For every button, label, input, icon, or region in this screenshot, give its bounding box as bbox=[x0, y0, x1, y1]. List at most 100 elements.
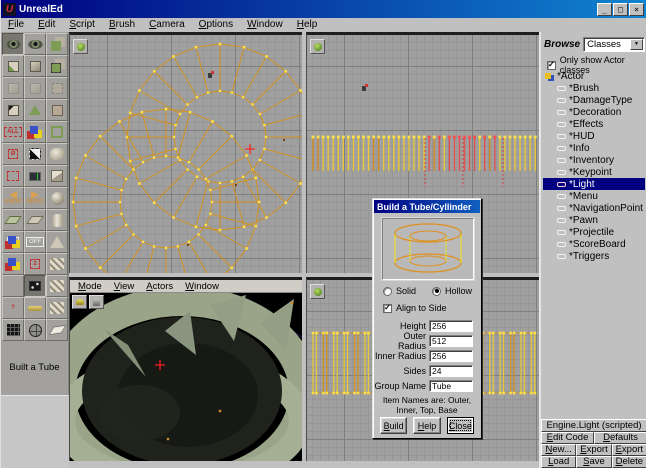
undo-button[interactable]: UNDO bbox=[2, 187, 24, 209]
vertex-edit-button[interactable] bbox=[24, 275, 46, 297]
tree-item-decoration[interactable]: *Decoration bbox=[543, 106, 645, 118]
browser-type-dropdown[interactable]: Classes ▼ bbox=[583, 37, 645, 52]
viewport-top-plan[interactable] bbox=[69, 32, 302, 273]
curved-stairs-brush-button[interactable] bbox=[46, 253, 68, 275]
link-brushes-button[interactable] bbox=[2, 253, 24, 275]
brush-rotate-button[interactable] bbox=[24, 55, 46, 77]
tree-item-actor[interactable]: *Actor bbox=[543, 70, 645, 82]
texture-lock-button[interactable] bbox=[24, 143, 46, 165]
save-button[interactable]: Save bbox=[576, 456, 611, 468]
menu-script[interactable]: Script bbox=[62, 18, 102, 31]
brush-scale-button[interactable] bbox=[2, 77, 24, 99]
show-all-button[interactable]: ALL bbox=[2, 121, 24, 143]
brush-stretch-button[interactable] bbox=[24, 77, 46, 99]
sheet-scale-button[interactable] bbox=[2, 209, 24, 231]
hollow-radio[interactable]: Hollow bbox=[432, 286, 472, 296]
texture-scale-button[interactable] bbox=[46, 77, 68, 99]
vp-menu-window[interactable]: Window bbox=[179, 281, 225, 292]
tree-item-damagetype[interactable]: *DamageType bbox=[543, 94, 645, 106]
redo-button[interactable]: REDO bbox=[24, 187, 46, 209]
build-button[interactable]: Build bbox=[380, 417, 407, 434]
tree-item-light[interactable]: *Light bbox=[543, 178, 645, 190]
tree-item-navigationpoint[interactable]: *NavigationPoint bbox=[543, 202, 645, 214]
tree-item-effects[interactable]: *Effects bbox=[543, 118, 645, 130]
minimize-button[interactable]: _ bbox=[597, 3, 612, 16]
close-button[interactable]: Close bbox=[447, 417, 474, 434]
chevron-down-icon[interactable]: ▼ bbox=[630, 39, 643, 50]
spacer-button[interactable] bbox=[2, 275, 24, 297]
align-to-side-checkbox[interactable]: ✓ Align to Side bbox=[383, 303, 447, 313]
tree-item-triggers[interactable]: *Triggers bbox=[543, 250, 645, 262]
select-colored-button[interactable] bbox=[24, 121, 46, 143]
crumpled-brush-button[interactable] bbox=[46, 143, 68, 165]
tree-item-info[interactable]: *Info bbox=[543, 142, 645, 154]
tree-item-menu[interactable]: *Menu bbox=[543, 190, 645, 202]
menu-file[interactable]: File bbox=[1, 18, 31, 31]
texture-apply-button[interactable] bbox=[46, 99, 68, 121]
viewport-perspective[interactable]: ModeViewActorsWindow bbox=[69, 277, 302, 461]
tree-item-keypoint[interactable]: *Keypoint bbox=[543, 166, 645, 178]
close-button[interactable]: × bbox=[629, 3, 644, 16]
tree-item-scoreboard[interactable]: *ScoreBoard bbox=[543, 238, 645, 250]
front-viewport-mode-button[interactable] bbox=[310, 284, 325, 299]
lamp-button[interactable] bbox=[72, 295, 87, 309]
help-button[interactable]: Help bbox=[413, 417, 440, 434]
hide-selected-button[interactable]: Ø bbox=[2, 143, 24, 165]
maximize-button[interactable]: □ bbox=[613, 3, 628, 16]
zoom-2x-button[interactable]: 2 bbox=[24, 253, 46, 275]
radial-grid-button[interactable] bbox=[24, 319, 46, 341]
deintersect-button[interactable]: ? bbox=[2, 297, 24, 319]
player-start-button[interactable] bbox=[89, 295, 104, 309]
tree-item-projectile[interactable]: *Projectile bbox=[543, 226, 645, 238]
inner-radius-input[interactable] bbox=[429, 350, 473, 362]
brush-move-button[interactable] bbox=[2, 55, 24, 77]
solid-radio[interactable]: Solid bbox=[383, 286, 416, 296]
vertex-snap-button[interactable] bbox=[24, 165, 46, 187]
load-button[interactable]: Load bbox=[541, 456, 576, 468]
texture-pan-button[interactable] bbox=[46, 33, 68, 55]
grid-snap-button[interactable] bbox=[2, 319, 24, 341]
side-viewport-mode-button[interactable] bbox=[310, 39, 325, 54]
delete-button[interactable]: Delete bbox=[612, 456, 646, 468]
camera-move-button[interactable] bbox=[2, 33, 24, 55]
cone-brush-button[interactable] bbox=[46, 231, 68, 253]
plan-viewport-mode-button[interactable] bbox=[73, 39, 88, 54]
select-box-button[interactable] bbox=[2, 231, 24, 253]
cylinder-brush-button[interactable] bbox=[46, 209, 68, 231]
menu-camera[interactable]: Camera bbox=[142, 18, 192, 31]
defaults-button[interactable]: Defaults bbox=[594, 432, 646, 444]
polygon-edit-button[interactable] bbox=[24, 99, 46, 121]
sides-input[interactable] bbox=[429, 365, 473, 377]
tree-item-brush[interactable]: *Brush bbox=[543, 82, 645, 94]
spiral-stairs-brush-button[interactable] bbox=[46, 297, 68, 319]
sphere-brush-button[interactable] bbox=[46, 187, 68, 209]
grid-off-button[interactable]: OFF bbox=[24, 231, 46, 253]
vp-menu-view[interactable]: View bbox=[108, 281, 140, 292]
height-input[interactable] bbox=[429, 320, 473, 332]
export-all-button[interactable]: Export All bbox=[612, 444, 646, 456]
brush-snap-button[interactable] bbox=[2, 99, 24, 121]
vp-menu-actors[interactable]: Actors bbox=[140, 281, 179, 292]
edit-code-button[interactable]: Edit Code bbox=[541, 432, 594, 444]
platform-brush-button[interactable] bbox=[24, 297, 46, 319]
tree-item-pawn[interactable]: *Pawn bbox=[543, 214, 645, 226]
group-name-input[interactable] bbox=[429, 380, 473, 392]
menu-help[interactable]: Help bbox=[290, 18, 325, 31]
dialog-title-bar[interactable]: Build a Tube/Cyllinder bbox=[374, 200, 480, 213]
menu-window[interactable]: Window bbox=[240, 18, 290, 31]
linear-stairs-brush-button[interactable] bbox=[46, 275, 68, 297]
cube-brush-button[interactable] bbox=[46, 165, 68, 187]
sheet-brush-button[interactable] bbox=[46, 319, 68, 341]
outer-radius-input[interactable] bbox=[429, 335, 473, 347]
vp-menu-mode[interactable]: Mode bbox=[72, 281, 108, 292]
menu-options[interactable]: Options bbox=[192, 18, 240, 31]
camera-zoom-button[interactable] bbox=[24, 33, 46, 55]
export-button[interactable]: Export bbox=[576, 444, 611, 456]
tree-item-hud[interactable]: *HUD bbox=[543, 130, 645, 142]
sheet-rotate-button[interactable] bbox=[24, 209, 46, 231]
menu-brush[interactable]: Brush bbox=[102, 18, 142, 31]
new-button[interactable]: New... bbox=[541, 444, 576, 456]
menu-edit[interactable]: Edit bbox=[31, 18, 62, 31]
measure-tool-button[interactable] bbox=[2, 165, 24, 187]
tree-item-inventory[interactable]: *Inventory bbox=[543, 154, 645, 166]
